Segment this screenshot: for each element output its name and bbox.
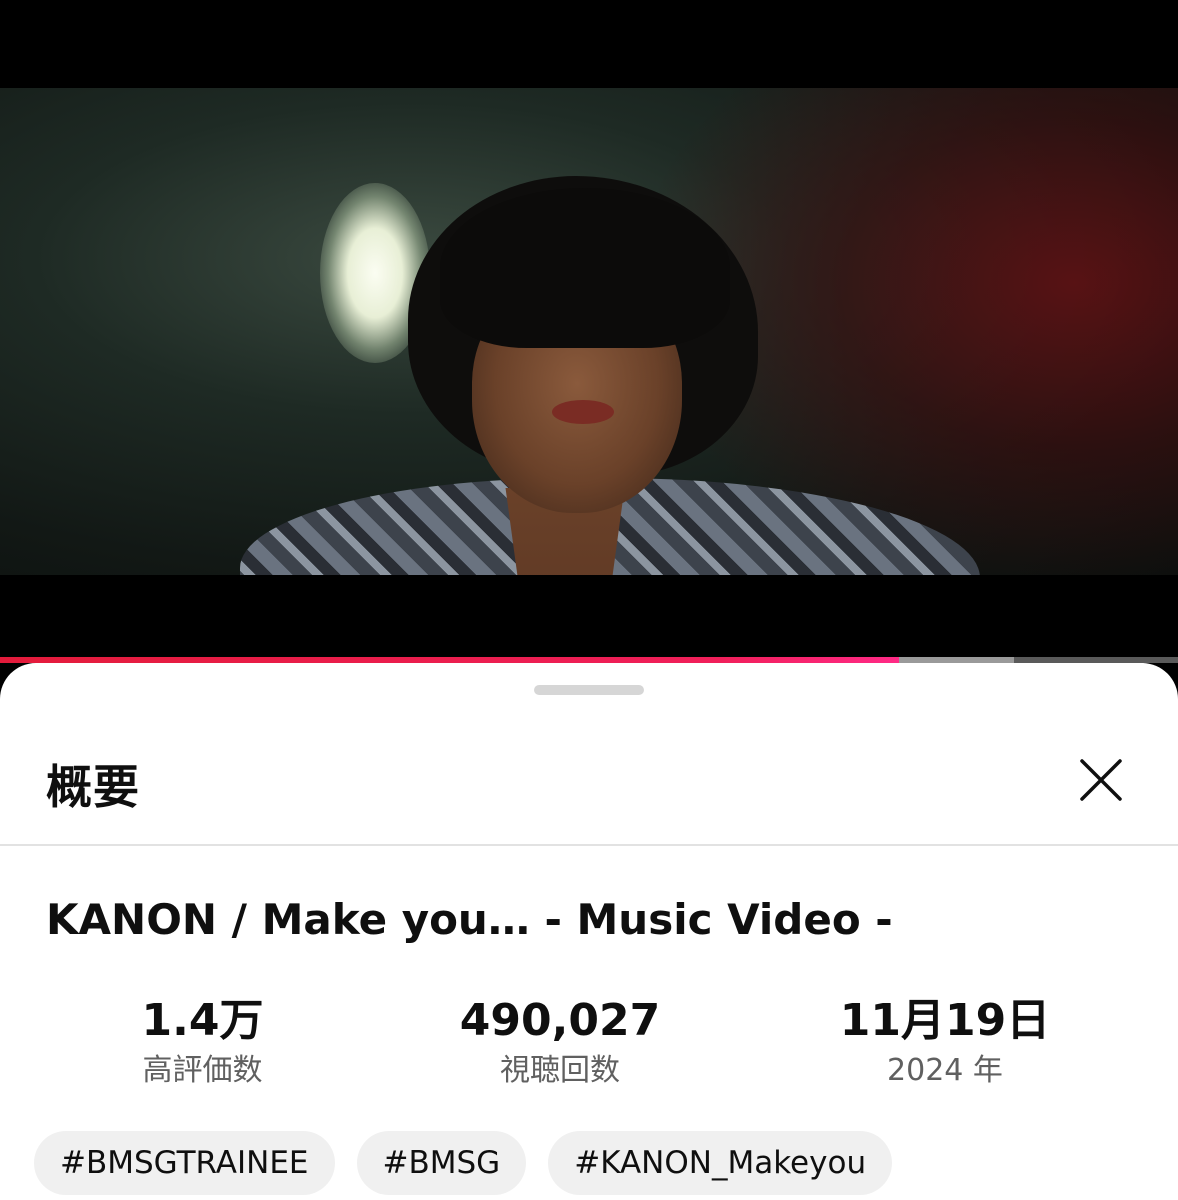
- description-sheet: 概要 KANON / Make you… - Music Video - 1.4…: [0, 663, 1178, 1200]
- stat-likes-value: 1.4万: [141, 995, 264, 1046]
- stat-date-value: 11月19日: [839, 995, 1051, 1046]
- stat-date: 11月19日 2024 年: [820, 993, 1070, 1091]
- close-icon: [1080, 759, 1122, 801]
- header-divider: [0, 844, 1178, 846]
- hashtag-list: #BMSGTRAINEE #BMSG #KANON_Makeyou: [34, 1131, 893, 1195]
- close-button[interactable]: [1066, 745, 1136, 815]
- stat-date-year: 2024 年: [887, 1053, 1003, 1088]
- video-frame[interactable]: [0, 88, 1178, 575]
- stats-row: 1.4万 高評価数 490,027 視聴回数 11月19日 2024 年: [0, 993, 1178, 1093]
- video-subject-bangs: [440, 188, 730, 348]
- video-player[interactable]: [0, 0, 1178, 665]
- hashtag-chip[interactable]: #KANON_Makeyou: [548, 1131, 893, 1195]
- video-title: KANON / Make you… - Music Video -: [46, 895, 893, 944]
- sheet-title: 概要: [46, 760, 140, 814]
- video-subject-lips: [552, 400, 614, 424]
- stat-likes: 1.4万 高評価数: [100, 993, 305, 1091]
- stat-views-value: 490,027: [459, 995, 661, 1046]
- sheet-header: 概要: [0, 723, 1178, 843]
- hashtag-chip[interactable]: #BMSG: [356, 1131, 527, 1195]
- stat-views: 490,027 視聴回数: [440, 993, 680, 1091]
- drag-handle[interactable]: [534, 685, 644, 695]
- hashtag-chip[interactable]: #BMSGTRAINEE: [34, 1131, 335, 1195]
- stat-views-label: 視聴回数: [500, 1053, 620, 1088]
- stat-likes-label: 高評価数: [142, 1053, 263, 1088]
